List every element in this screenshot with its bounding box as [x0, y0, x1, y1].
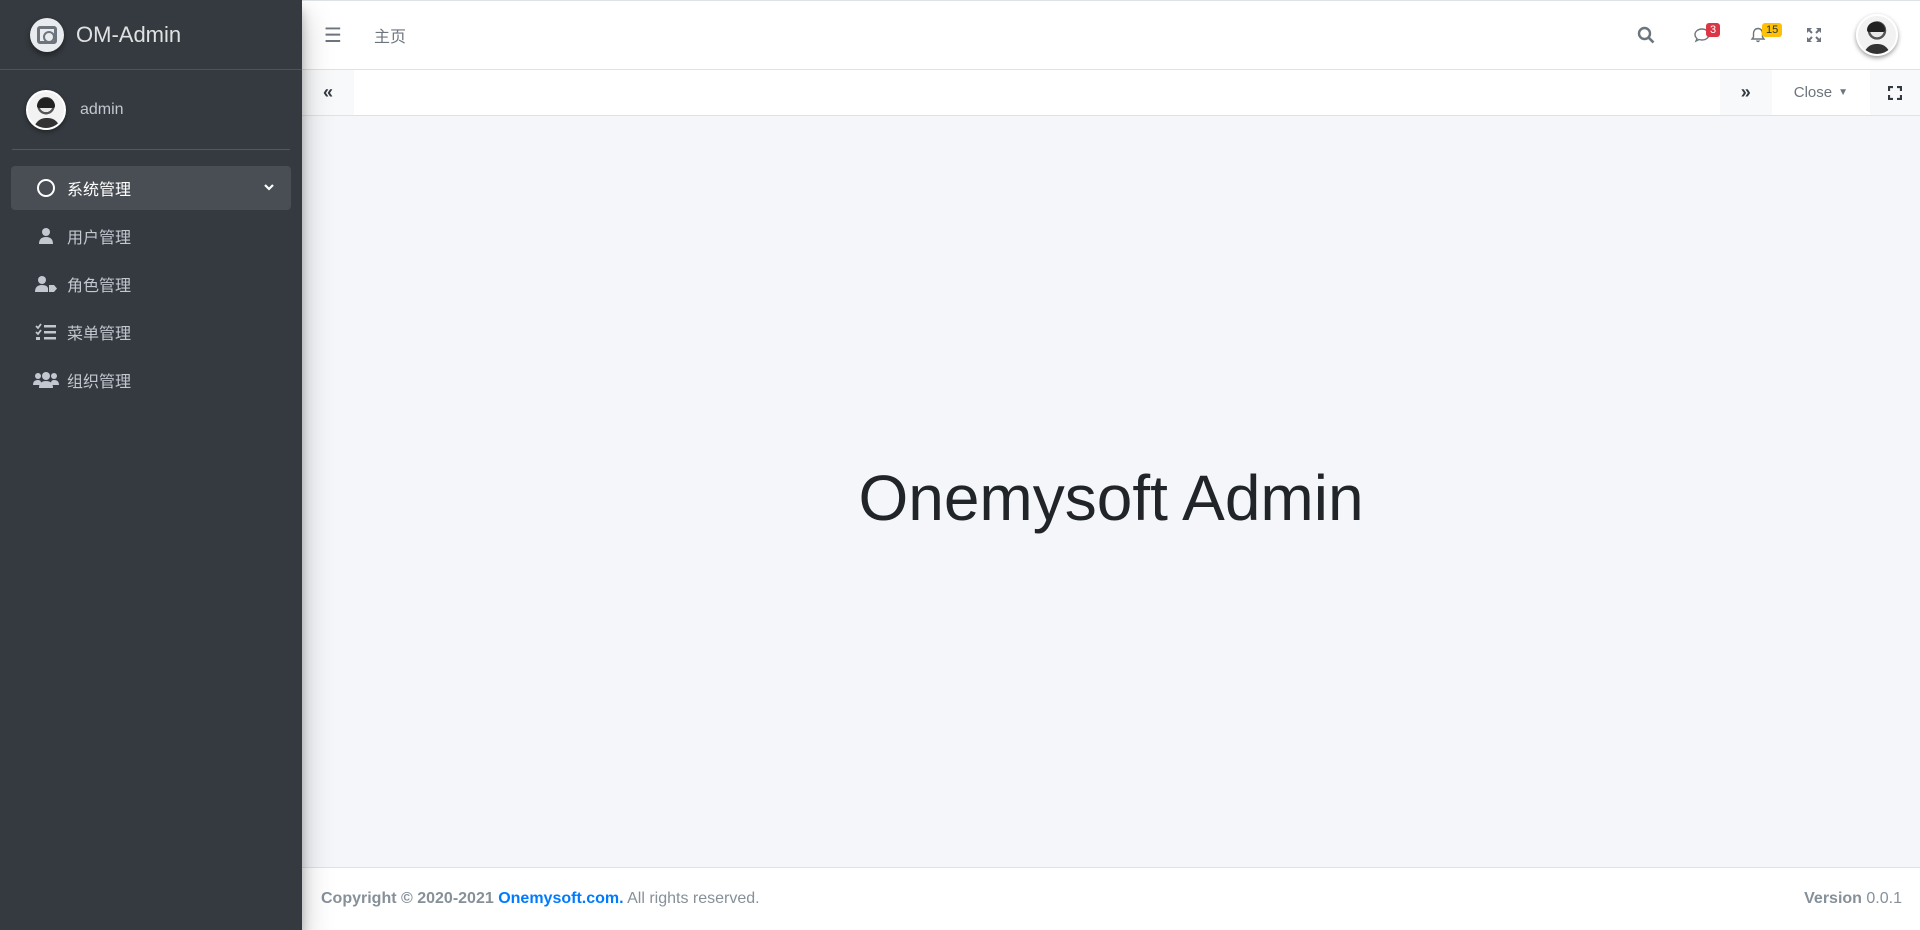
- hamburger-menu-icon[interactable]: ☰: [324, 23, 348, 48]
- sidebar-menu: 系统管理 用户管理 角色管理 菜单管理 组织管理: [0, 166, 302, 402]
- search-icon[interactable]: [1618, 1, 1674, 69]
- chevron-down-icon: [263, 181, 275, 196]
- messages-icon[interactable]: 3: [1674, 1, 1730, 69]
- user-avatar-top[interactable]: [1856, 14, 1898, 56]
- sidebar-item-label: 用户管理: [67, 230, 132, 247]
- tabs-list: [354, 70, 1720, 115]
- tabs-bar: « » Close ▼: [302, 70, 1920, 116]
- footer: Copyright © 2020-2021 Onemysoft.com. All…: [302, 867, 1920, 930]
- user-name[interactable]: admin: [80, 101, 124, 119]
- scroll-left-icon[interactable]: «: [302, 70, 354, 115]
- circle-icon: [33, 178, 59, 198]
- fullscreen-icon[interactable]: [1870, 70, 1920, 115]
- page-title: Onemysoft Admin: [858, 461, 1364, 534]
- version-number: 0.0.1: [1866, 890, 1902, 907]
- navbar-right: 3 15: [1618, 1, 1920, 69]
- site-link[interactable]: Onemysoft.com.: [498, 890, 623, 907]
- user-panel: admin: [12, 70, 290, 150]
- brand-logo-icon: [30, 17, 64, 52]
- expand-arrows-icon[interactable]: [1786, 1, 1842, 69]
- brand-link[interactable]: OM-Admin: [0, 0, 302, 70]
- caret-down-icon: ▼: [1838, 87, 1848, 98]
- sidebar-item-system[interactable]: 系统管理: [11, 166, 291, 210]
- footer-version: Version 0.0.1: [1804, 890, 1902, 908]
- footer-copyright: Copyright © 2020-2021 Onemysoft.com. All…: [321, 890, 760, 908]
- user-tag-icon: [33, 274, 59, 294]
- home-link[interactable]: 主页: [374, 23, 406, 47]
- rights-text: All rights reserved.: [627, 890, 760, 907]
- close-label: Close: [1793, 84, 1833, 101]
- sidebar-item-menus[interactable]: 菜单管理: [11, 310, 291, 354]
- sidebar-item-roles[interactable]: 角色管理: [11, 262, 291, 306]
- sidebar-item-label: 角色管理: [67, 278, 132, 295]
- users-icon: [33, 370, 59, 390]
- top-navbar: ☰ 主页 3 15: [302, 0, 1920, 70]
- main-content: Onemysoft Admin: [302, 116, 1920, 867]
- bell-icon[interactable]: 15: [1730, 1, 1786, 69]
- sidebar-item-label: 菜单管理: [67, 326, 132, 343]
- sidebar: OM-Admin admin 系统管理 用户管理 角色管理 菜单管理 组织管理: [0, 0, 302, 930]
- notifications-badge: 15: [1762, 23, 1783, 37]
- user-avatar[interactable]: [26, 89, 66, 130]
- user-icon: [33, 226, 59, 246]
- brand-name: OM-Admin: [76, 21, 182, 47]
- sidebar-item-organization[interactable]: 组织管理: [11, 358, 291, 402]
- version-label: Version: [1804, 890, 1862, 907]
- sidebar-item-label: 系统管理: [67, 182, 132, 199]
- tasks-icon: [33, 322, 59, 342]
- scroll-right-icon[interactable]: »: [1719, 70, 1772, 115]
- messages-badge: 3: [1706, 23, 1721, 37]
- sidebar-item-label: 组织管理: [67, 374, 132, 391]
- copyright-text: Copyright © 2020-2021: [321, 890, 494, 907]
- close-tabs-dropdown[interactable]: Close ▼: [1771, 70, 1870, 115]
- sidebar-item-users[interactable]: 用户管理: [11, 214, 291, 258]
